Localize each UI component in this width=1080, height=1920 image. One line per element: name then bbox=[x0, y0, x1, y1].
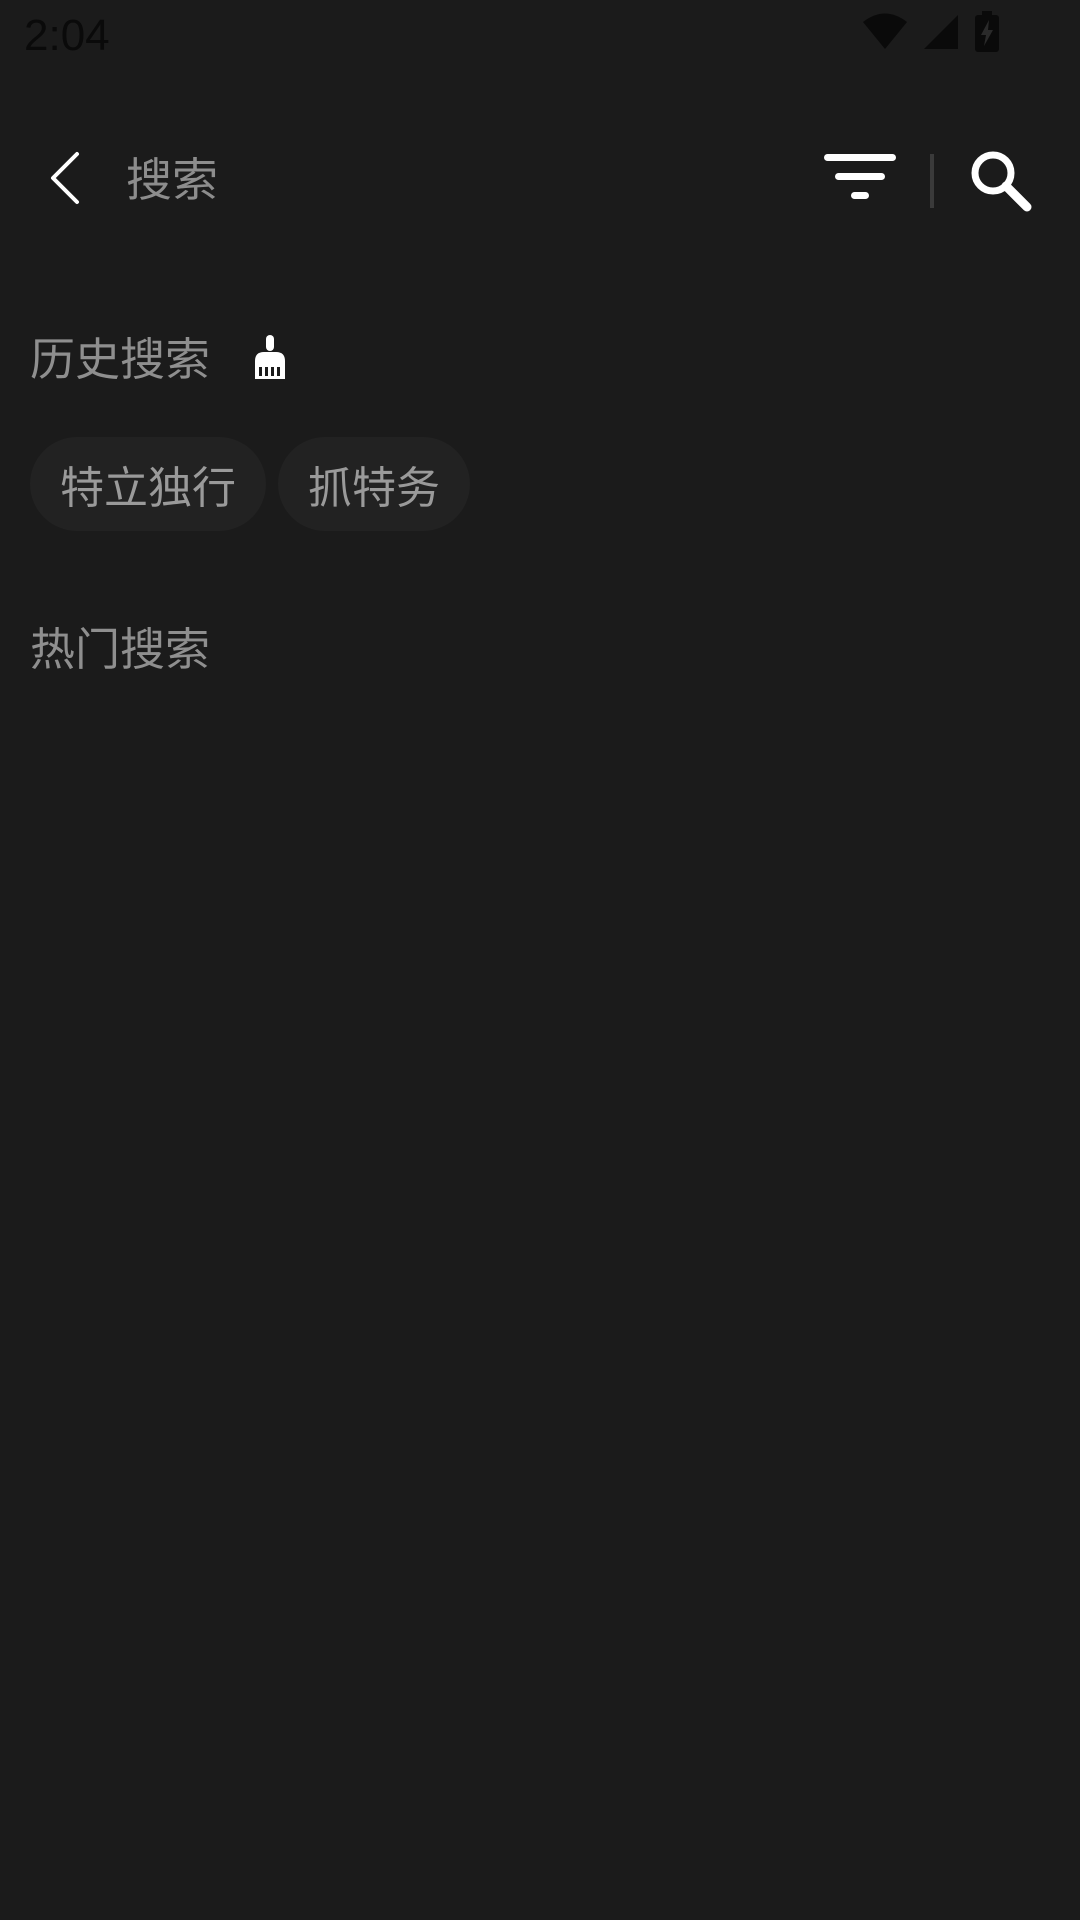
history-tag-list: 特立独行 抓特务 bbox=[30, 437, 470, 531]
history-tag[interactable]: 特立独行 bbox=[30, 437, 266, 531]
status-bar: 2:04 bbox=[0, 0, 1080, 72]
status-time: 2:04 bbox=[24, 11, 110, 60]
back-button[interactable] bbox=[30, 145, 100, 215]
history-section-title: 历史搜索 bbox=[30, 333, 211, 386]
header-divider bbox=[930, 154, 934, 208]
cellular-signal-icon bbox=[922, 13, 960, 55]
hot-search-section-title: 热门搜索 bbox=[30, 623, 211, 676]
status-icons bbox=[862, 11, 1000, 57]
filter-icon bbox=[823, 152, 897, 208]
search-header bbox=[0, 120, 1080, 240]
search-input[interactable] bbox=[126, 140, 786, 220]
clear-history-button[interactable] bbox=[248, 334, 292, 386]
history-tag[interactable]: 抓特务 bbox=[278, 437, 470, 531]
filter-button[interactable] bbox=[815, 145, 905, 215]
search-icon bbox=[968, 148, 1032, 216]
battery-charging-icon bbox=[974, 11, 1000, 57]
search-button[interactable] bbox=[960, 142, 1040, 222]
wifi-icon bbox=[862, 13, 908, 55]
broom-icon bbox=[251, 335, 289, 385]
search-screen: 2:04 搜索 历史搜索 特立独行 抓特务 热门搜索 bbox=[0, 0, 1080, 1920]
chevron-left-icon bbox=[45, 150, 85, 210]
